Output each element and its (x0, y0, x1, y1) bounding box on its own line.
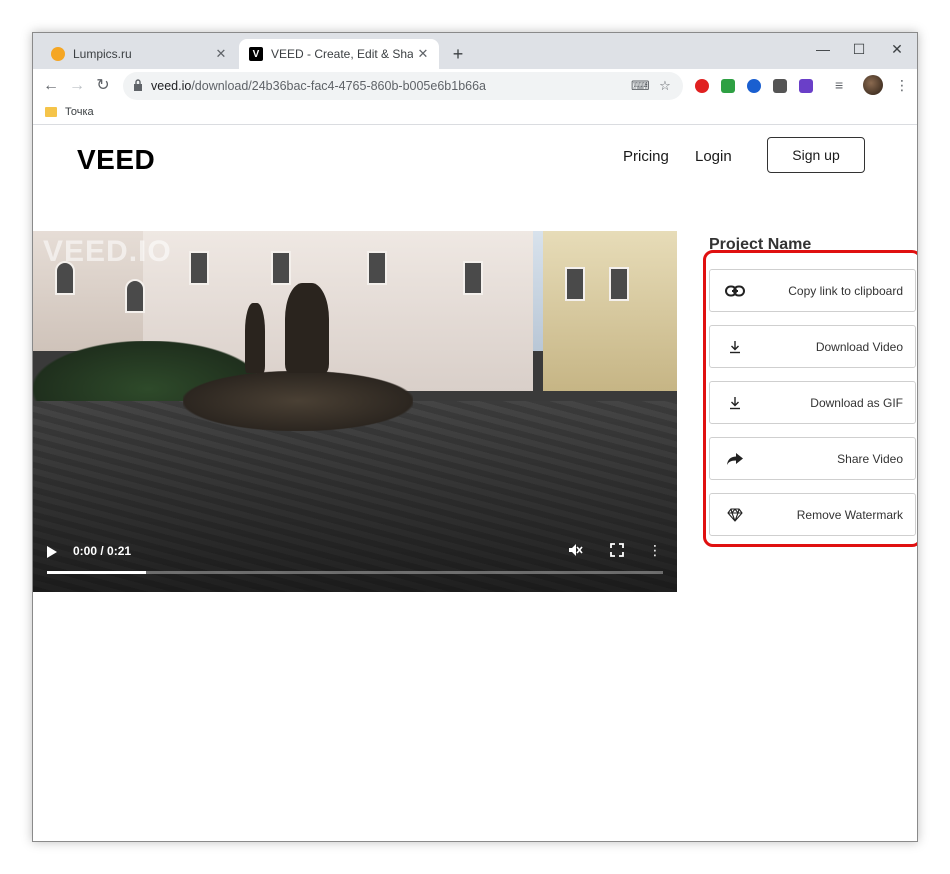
share-video-button[interactable]: Share Video (709, 437, 916, 480)
download-gif-button[interactable]: Download as GIF (709, 381, 916, 424)
browser-menu-icon[interactable]: ⋮ (895, 77, 909, 94)
signup-button[interactable]: Sign up (767, 137, 865, 173)
mute-icon[interactable] (567, 542, 583, 558)
video-window (609, 267, 629, 301)
video-window (271, 251, 291, 285)
video-building-right (543, 231, 677, 391)
browser-window: Lumpics.ru ✕ V VEED - Create, Edit & Sha… (32, 32, 918, 842)
video-window (189, 251, 209, 285)
new-tab-button[interactable]: + (447, 43, 469, 65)
action-label: Share Video (837, 451, 903, 466)
star-icon[interactable]: ☆ (657, 78, 673, 94)
bookmark-label: Точка (65, 106, 94, 118)
copy-link-button[interactable]: Copy link to clipboard (709, 269, 916, 312)
action-label: Download Video (815, 339, 903, 354)
media-control-icon[interactable]: ≡ (835, 77, 843, 93)
video-window (565, 267, 585, 301)
video-time: 0:00 / 0:21 (73, 544, 132, 558)
lock-icon (134, 79, 142, 91)
video-watermark: VEED.IO (43, 235, 172, 268)
link-icon (710, 269, 760, 312)
opera-extension-icon[interactable] (695, 79, 709, 93)
share-arrow-icon (710, 437, 760, 480)
pricing-link[interactable]: Pricing (623, 148, 669, 165)
veed-logo[interactable]: VEED (77, 144, 155, 176)
tab-title: Lumpics.ru (73, 47, 132, 61)
address-bar[interactable]: veed.io/download/24b36bac-fac4-4765-860b… (123, 72, 683, 100)
diamond-icon (710, 493, 760, 536)
globe-extension-icon[interactable] (747, 79, 761, 93)
video-statue-base (183, 371, 413, 431)
tab-close-icon[interactable]: ✕ (413, 46, 433, 62)
folder-icon (45, 107, 57, 117)
video-window (125, 279, 145, 313)
forward-icon[interactable]: → (65, 75, 89, 97)
download-video-button[interactable]: Download Video (709, 325, 916, 368)
tab-veed[interactable]: V VEED - Create, Edit & Share Vide ✕ (239, 39, 439, 69)
fullscreen-icon[interactable] (609, 542, 625, 558)
cube-extension-icon[interactable] (773, 79, 787, 93)
browser-toolbar: ← → ↻ veed.io/download/24b36bac-fac4-476… (33, 69, 917, 103)
tab-title: VEED - Create, Edit & Share Vide (271, 47, 413, 61)
play-icon[interactable] (47, 546, 57, 558)
download-icon (710, 381, 760, 424)
close-window-button[interactable]: ✕ (877, 37, 917, 61)
back-icon[interactable]: ← (39, 75, 63, 97)
bookmarks-bar: Точка (33, 103, 917, 125)
video-window (367, 251, 387, 285)
remove-watermark-button[interactable]: Remove Watermark (709, 493, 916, 536)
tab-close-icon[interactable]: ✕ (211, 46, 231, 62)
tab-lumpics[interactable]: Lumpics.ru ✕ (41, 39, 237, 69)
minimize-button[interactable]: — (803, 37, 843, 61)
translate-icon[interactable]: ⌨ (631, 78, 650, 94)
more-options-icon[interactable]: ⋮ (647, 542, 663, 558)
veed-page: VEED Pricing Login Sign up VEED.IO 0:00 … (33, 126, 917, 841)
action-label: Download as GIF (810, 395, 903, 410)
bookmark-folder[interactable]: Точка (45, 106, 94, 118)
action-label: Remove Watermark (796, 507, 903, 522)
video-statue (245, 303, 265, 373)
login-link[interactable]: Login (695, 148, 732, 165)
maximize-button[interactable]: ☐ (839, 37, 879, 61)
video-controls: 0:00 / 0:21 ⋮ (33, 536, 677, 592)
video-statue (285, 283, 329, 373)
video-player[interactable]: VEED.IO 0:00 / 0:21 ⋮ (33, 231, 677, 592)
profile-avatar[interactable] (863, 75, 883, 95)
veed-favicon-icon: V (249, 47, 263, 61)
check-extension-icon[interactable] (721, 79, 735, 93)
video-window (463, 261, 483, 295)
video-progress-fill (47, 571, 146, 574)
ad-extension-icon[interactable] (799, 79, 813, 93)
tab-strip: Lumpics.ru ✕ V VEED - Create, Edit & Sha… (33, 33, 917, 69)
lumpics-favicon-icon (51, 47, 65, 61)
url-text: veed.io/download/24b36bac-fac4-4765-860b… (151, 79, 487, 93)
reload-icon[interactable]: ↻ (91, 75, 115, 97)
video-progress-bar[interactable] (47, 571, 663, 574)
action-label: Copy link to clipboard (788, 283, 903, 298)
download-icon (710, 325, 760, 368)
